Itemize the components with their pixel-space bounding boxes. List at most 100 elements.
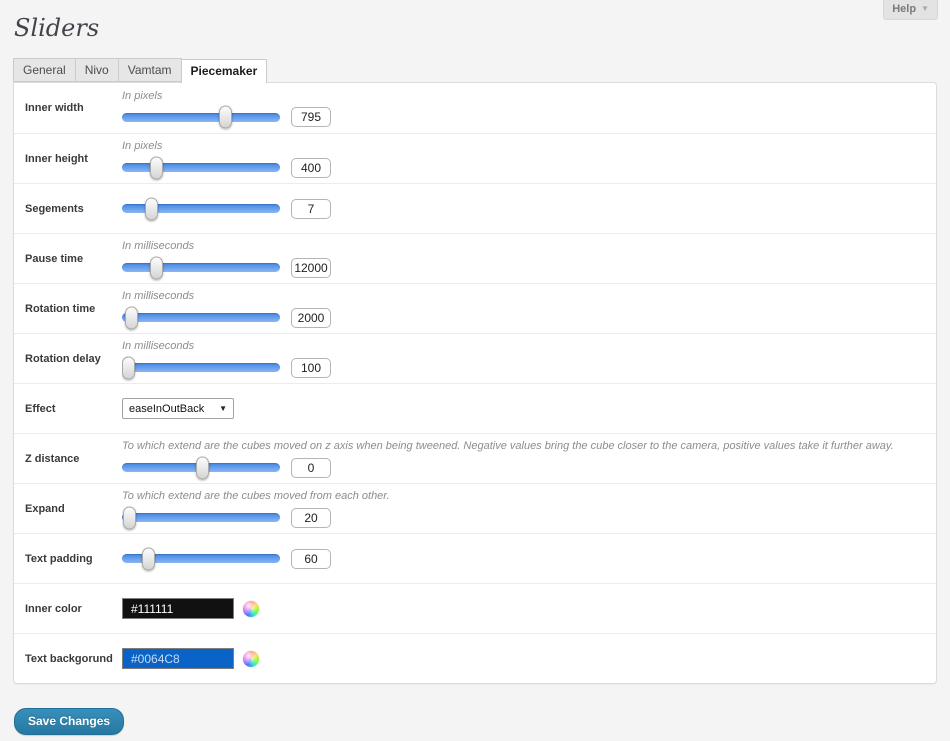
settings-row-text-background: Text backgorund#0064C8 (14, 633, 936, 683)
effect-selected-value: easeInOutBack (129, 403, 204, 415)
field-label: Inner color (14, 584, 122, 633)
inner-color-color-input[interactable]: #111111 (122, 598, 234, 619)
field-label: Rotation delay (14, 334, 122, 383)
segements-slider-track[interactable] (122, 204, 280, 213)
field-controls (122, 549, 924, 569)
field-content: To which extend are the cubes moved from… (122, 484, 936, 533)
field-content: #111111 (122, 584, 936, 633)
text-padding-slider-handle[interactable] (142, 547, 155, 570)
field-content: In pixels (122, 83, 936, 133)
sliders-settings-page: Help ▼ Sliders GeneralNivoVamtamPiecemak… (0, 0, 950, 741)
field-description: To which extend are the cubes moved on z… (122, 440, 924, 453)
rotation-delay-slider-track[interactable] (122, 363, 280, 372)
help-button[interactable]: Help ▼ (883, 0, 938, 20)
field-description: In milliseconds (122, 340, 924, 353)
text-background-color-input[interactable]: #0064C8 (122, 648, 234, 669)
field-label: Text padding (14, 534, 122, 583)
field-controls (122, 308, 924, 328)
text-padding-value-input[interactable] (291, 549, 331, 569)
rotation-time-slider-handle[interactable] (125, 306, 138, 329)
color-wheel-icon[interactable] (243, 601, 259, 617)
field-content (122, 184, 936, 233)
segements-slider-handle[interactable] (145, 197, 158, 220)
settings-row-segements: Segements (14, 183, 936, 233)
dropdown-arrow-icon: ▼ (219, 405, 227, 413)
inner-height-value-input[interactable] (291, 158, 331, 178)
settings-row-inner-color: Inner color#111111 (14, 583, 936, 633)
color-wheel-icon[interactable] (243, 651, 259, 667)
z-distance-value-input[interactable] (291, 458, 331, 478)
field-content: In milliseconds (122, 284, 936, 333)
field-content: To which extend are the cubes moved on z… (122, 434, 936, 483)
field-label: Effect (14, 384, 122, 433)
field-controls (122, 158, 924, 178)
field-label: Inner height (14, 134, 122, 183)
field-controls (122, 458, 924, 478)
save-changes-button[interactable]: Save Changes (14, 708, 124, 735)
rotation-delay-slider-handle[interactable] (122, 356, 135, 379)
field-controls (122, 199, 924, 219)
field-controls: #0064C8 (122, 648, 924, 669)
z-distance-slider-track[interactable] (122, 463, 280, 472)
page-title: Sliders (0, 0, 950, 41)
field-content: easeInOutBack ▼ (122, 384, 936, 433)
segements-value-input[interactable] (291, 199, 331, 219)
pause-time-value-input[interactable] (291, 258, 331, 278)
settings-row-inner-height: Inner heightIn pixels (14, 133, 936, 183)
tab-bar: GeneralNivoVamtamPiecemaker (13, 58, 950, 82)
help-label: Help (892, 3, 916, 15)
tab-vamtam[interactable]: Vamtam (118, 58, 182, 82)
pause-time-slider-handle[interactable] (150, 256, 163, 279)
inner-height-slider-track[interactable] (122, 163, 280, 172)
settings-row-expand: ExpandTo which extend are the cubes move… (14, 483, 936, 533)
settings-row-rotation-delay: Rotation delayIn milliseconds (14, 333, 936, 383)
tab-general[interactable]: General (13, 58, 76, 82)
settings-panel: Inner widthIn pixelsInner heightIn pixel… (13, 82, 937, 684)
field-controls (122, 508, 924, 528)
pause-time-slider-track[interactable] (122, 263, 280, 272)
field-description: In pixels (122, 90, 924, 103)
field-content (122, 534, 936, 583)
field-content: In milliseconds (122, 334, 936, 383)
field-content: #0064C8 (122, 634, 936, 683)
chevron-down-icon: ▼ (921, 5, 929, 13)
settings-row-rotation-time: Rotation timeIn milliseconds (14, 283, 936, 333)
field-label: Z distance (14, 434, 122, 483)
field-label: Expand (14, 484, 122, 533)
field-description: In milliseconds (122, 240, 924, 253)
field-controls (122, 358, 924, 378)
rotation-time-slider-track[interactable] (122, 313, 280, 322)
field-label: Text backgorund (14, 634, 122, 683)
field-label: Segements (14, 184, 122, 233)
rotation-time-value-input[interactable] (291, 308, 331, 328)
settings-row-inner-width: Inner widthIn pixels (14, 83, 936, 133)
field-content: In pixels (122, 134, 936, 183)
settings-row-effect: Effect easeInOutBack ▼ (14, 383, 936, 433)
expand-value-input[interactable] (291, 508, 331, 528)
settings-row-z-distance: Z distanceTo which extend are the cubes … (14, 433, 936, 483)
field-label: Pause time (14, 234, 122, 283)
settings-row-text-padding: Text padding (14, 533, 936, 583)
inner-width-slider-track[interactable] (122, 113, 280, 122)
field-controls (122, 107, 924, 127)
rotation-delay-value-input[interactable] (291, 358, 331, 378)
text-padding-slider-track[interactable] (122, 554, 280, 563)
tab-nivo[interactable]: Nivo (75, 58, 119, 82)
field-controls: easeInOutBack ▼ (122, 398, 924, 419)
field-description: In milliseconds (122, 290, 924, 303)
field-content: In milliseconds (122, 234, 936, 283)
inner-height-slider-handle[interactable] (150, 156, 163, 179)
field-controls: #111111 (122, 598, 924, 619)
field-description: To which extend are the cubes moved from… (122, 490, 924, 503)
field-controls (122, 258, 924, 278)
expand-slider-track[interactable] (122, 513, 280, 522)
expand-slider-handle[interactable] (123, 506, 136, 529)
inner-width-value-input[interactable] (291, 107, 331, 127)
inner-width-slider-handle[interactable] (219, 106, 232, 129)
effect-select[interactable]: easeInOutBack ▼ (122, 398, 234, 419)
settings-row-pause-time: Pause timeIn milliseconds (14, 233, 936, 283)
z-distance-slider-handle[interactable] (196, 456, 209, 479)
field-label: Inner width (14, 83, 122, 133)
tab-piecemaker[interactable]: Piecemaker (181, 59, 268, 83)
field-label: Rotation time (14, 284, 122, 333)
